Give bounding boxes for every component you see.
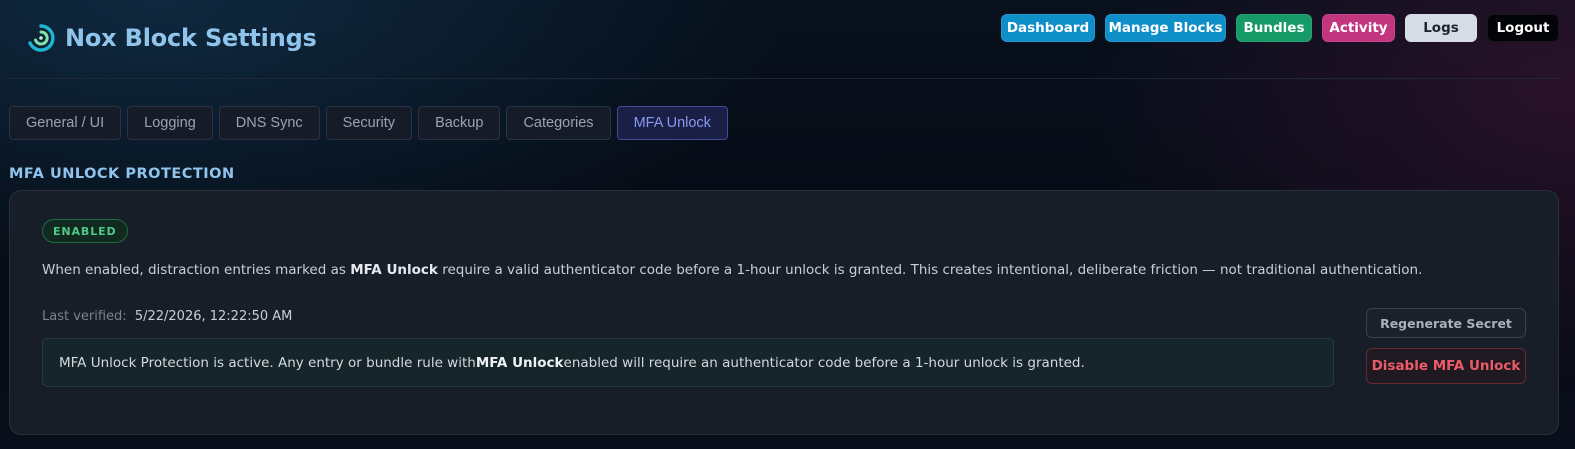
tab-backup[interactable]: Backup [418,106,501,140]
logs-button[interactable]: Logs [1405,14,1477,42]
tab-mfa-unlock[interactable]: MFA Unlock [616,106,728,140]
tab-security[interactable]: Security [325,106,413,140]
top-nav: Dashboard Manage Blocks Bundles Activity… [1001,14,1559,42]
feature-description: When enabled, distraction entries marked… [42,262,1422,278]
info-highlight: MFA Unlock [475,354,564,371]
info-text-end: enabled will require an authenticator co… [563,354,1085,371]
disable-mfa-unlock-button[interactable]: Disable MFA Unlock [1366,348,1526,384]
bundles-button[interactable]: Bundles [1236,14,1312,42]
last-verified-value: 5/22/2026, 12:22:50 AM [134,309,293,324]
swirl-logo-icon [25,22,57,54]
logout-button[interactable]: Logout [1487,14,1559,42]
settings-tabs: General / UI Logging DNS Sync Security B… [9,106,728,140]
description-text-end: require a valid authenticator code befor… [437,262,1423,278]
description-text-start: When enabled, distraction entries marked… [42,262,351,278]
tab-general-ui[interactable]: General / UI [9,106,122,140]
regenerate-secret-button[interactable]: Regenerate Secret [1366,308,1526,338]
last-verified: Last verified: 5/22/2026, 12:22:50 AM [42,309,292,324]
section-title: MFA UNLOCK PROTECTION [9,166,235,182]
active-info-box: MFA Unlock Protection is active. Any ent… [42,338,1334,387]
app-header: Nox Block Settings Dashboard Manage Bloc… [9,0,1559,79]
tab-logging[interactable]: Logging [127,106,213,140]
activity-button[interactable]: Activity [1322,14,1395,42]
info-text-start: MFA Unlock Protection is active. Any ent… [59,354,476,371]
manage-blocks-button[interactable]: Manage Blocks [1105,14,1226,42]
mfa-settings-card: ENABLED When enabled, distraction entrie… [9,190,1559,435]
tab-dns-sync[interactable]: DNS Sync [218,106,320,140]
app-title: Nox Block Settings [65,24,317,52]
description-highlight: MFA Unlock [350,262,438,278]
tab-categories[interactable]: Categories [506,106,611,140]
status-badge: ENABLED [42,219,128,243]
dashboard-button[interactable]: Dashboard [1001,14,1095,42]
last-verified-label: Last verified: [42,309,127,324]
